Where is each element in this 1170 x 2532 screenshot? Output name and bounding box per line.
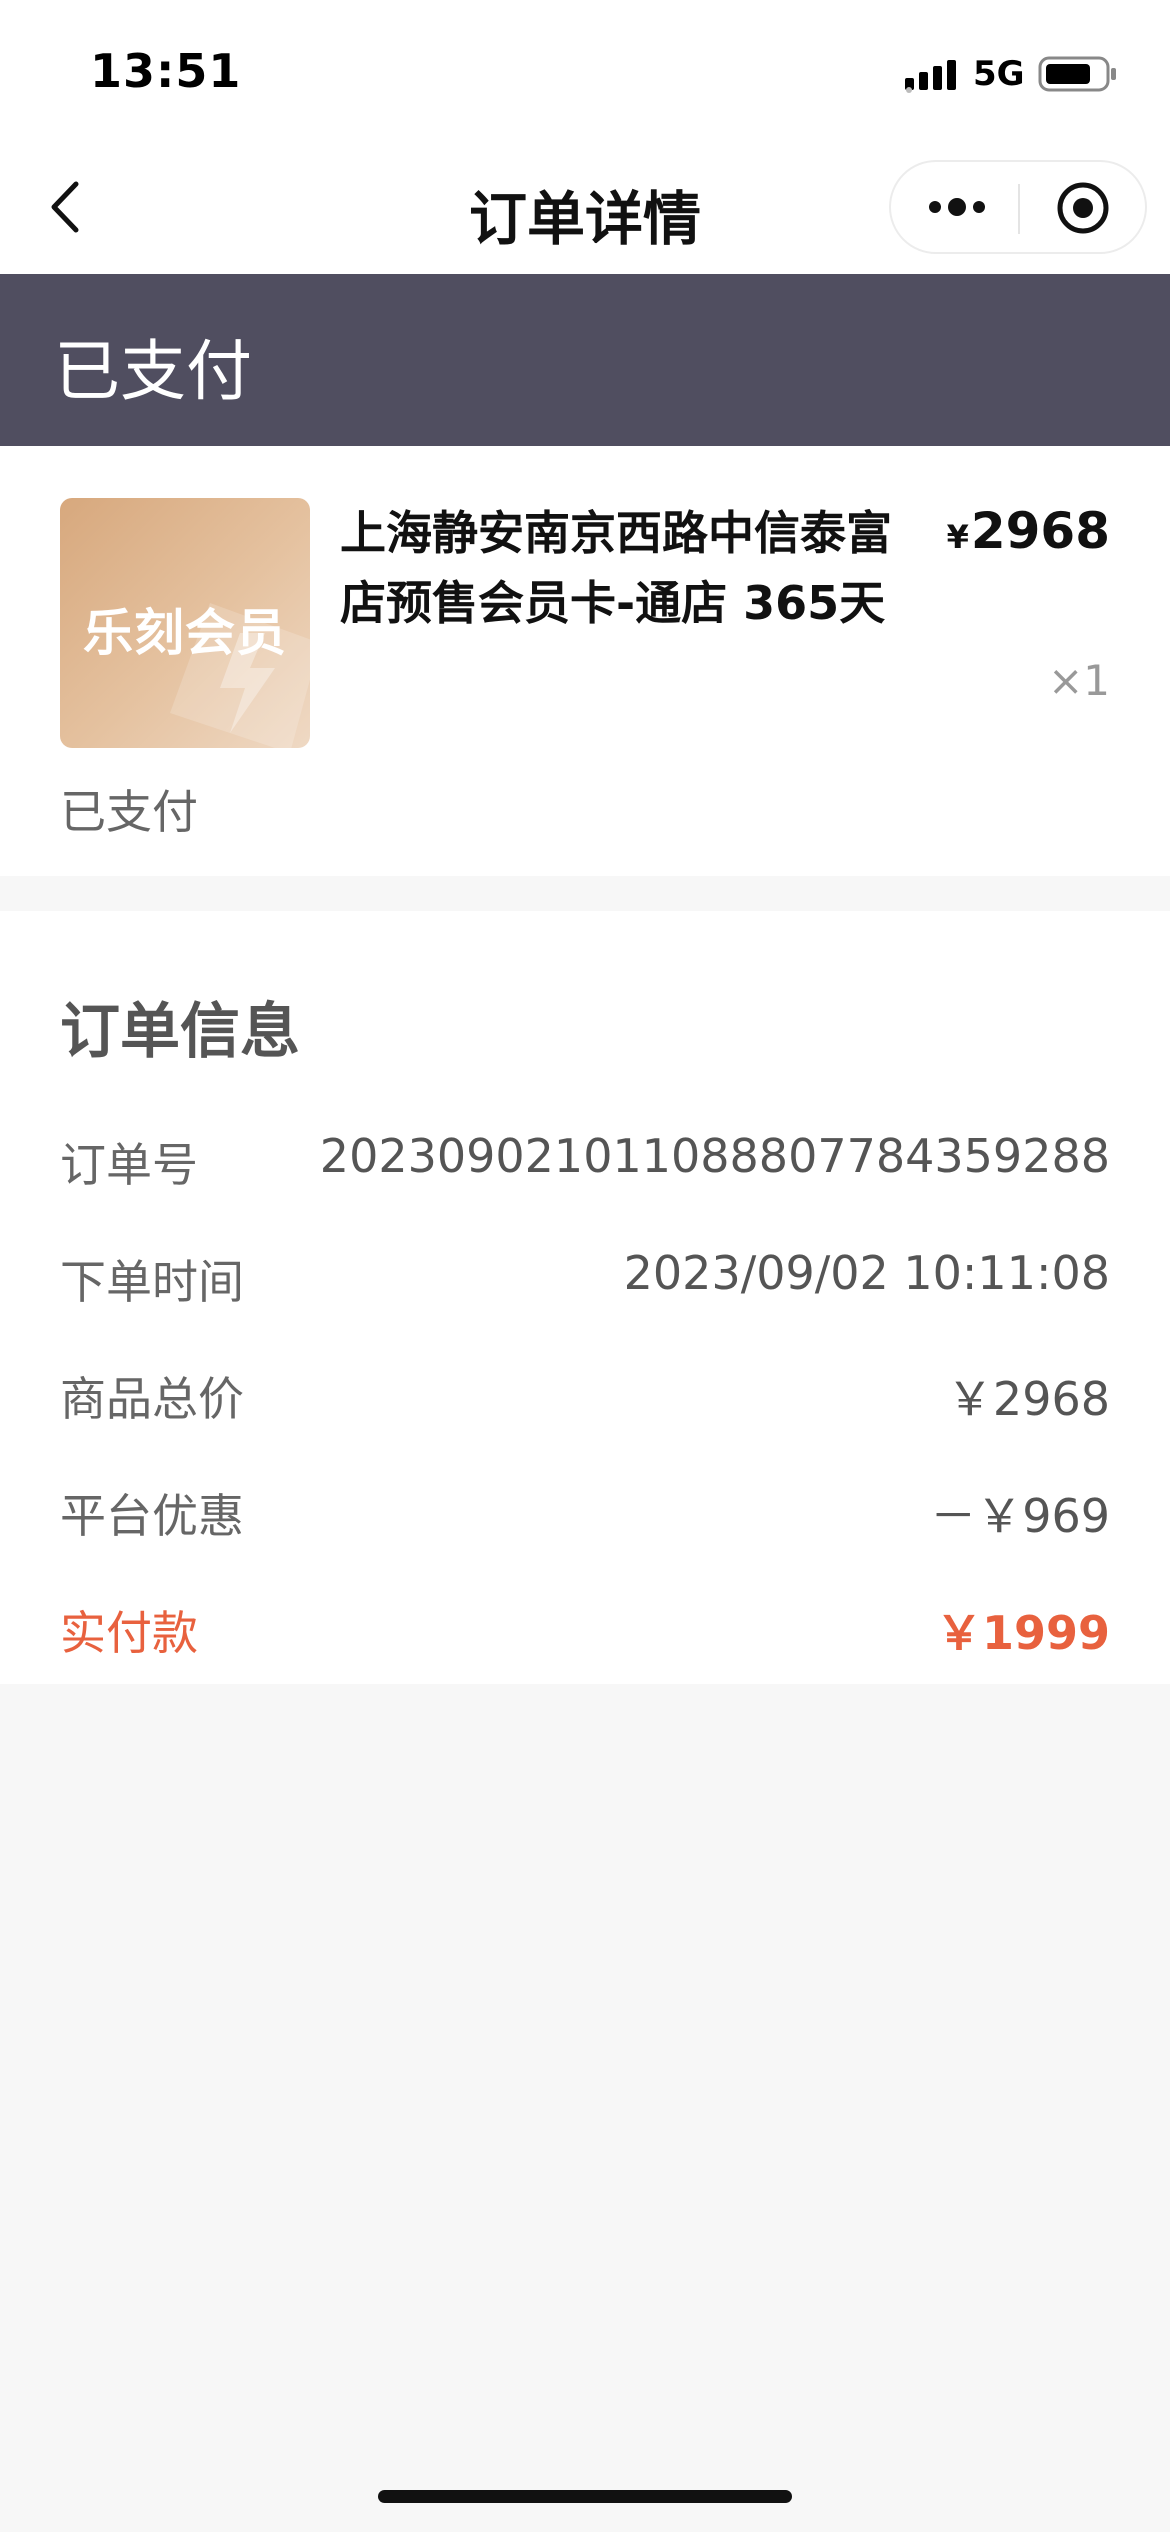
product-card[interactable]: 乐刻会员 上海静安南京西路中信泰富店预售会员卡-通店 365天 ¥2968 ×1…	[0, 446, 1170, 876]
discount-label: 平台优惠	[60, 1489, 244, 1543]
battery-icon	[1038, 56, 1116, 92]
order-number-label: 订单号	[60, 1138, 198, 1192]
order-number-row: 订单号 20230902101108880778435928​8	[60, 1129, 1110, 1199]
total-price-label: 商品总价	[60, 1372, 244, 1426]
product-quantity: ×1	[1048, 656, 1110, 705]
order-info-section: 订单信息 订单号 20230902101108880778435928​8 下单…	[0, 911, 1170, 1684]
amount-paid-value: ￥1999	[935, 1606, 1110, 1660]
discount-value: －￥969	[930, 1489, 1110, 1543]
product-thumbnail: 乐刻会员	[60, 498, 310, 748]
total-price-value: ￥2968	[946, 1372, 1110, 1426]
thumbnail-brand-text: 乐刻会员	[83, 604, 287, 662]
more-dots-icon[interactable]	[927, 192, 987, 222]
network-label: 5G	[973, 54, 1025, 94]
nav-bar: 订单详情	[0, 150, 1170, 274]
signal-bars-icon	[905, 60, 956, 93]
price-value: 2968	[970, 502, 1110, 560]
status-bar: 13:51 5G	[0, 0, 1170, 150]
currency-symbol: ¥	[946, 518, 969, 556]
amount-paid-label: 实付款	[60, 1606, 198, 1660]
section-title: 订单信息	[60, 997, 300, 1067]
product-price: ¥2968	[947, 502, 1110, 560]
amount-paid-row: 实付款 ￥1999	[60, 1597, 1110, 1667]
home-indicator[interactable]	[378, 2490, 792, 2503]
product-payment-status: 已支付	[60, 785, 198, 839]
order-time-row: 下单时间 2023/09/02 10:11:08	[60, 1246, 1110, 1316]
order-time-label: 下单时间	[60, 1255, 244, 1309]
payment-status-text: 已支付	[54, 333, 252, 410]
order-time-value: 2023/09/02 10:11:08	[623, 1246, 1110, 1300]
order-number-value[interactable]: 20230902101108880778435928​8	[320, 1129, 1110, 1183]
discount-row: 平台优惠 －￥969	[60, 1480, 1110, 1550]
product-name: 上海静安南京西路中信泰富店预售会员卡-通店 365天	[340, 506, 892, 630]
mini-program-capsule	[889, 160, 1147, 254]
total-price-row: 商品总价 ￥2968	[60, 1363, 1110, 1433]
payment-status-banner: 已支付	[0, 274, 1170, 446]
target-circle-icon[interactable]	[1055, 180, 1111, 236]
capsule-divider	[1018, 184, 1020, 234]
status-time: 13:51	[90, 44, 242, 98]
